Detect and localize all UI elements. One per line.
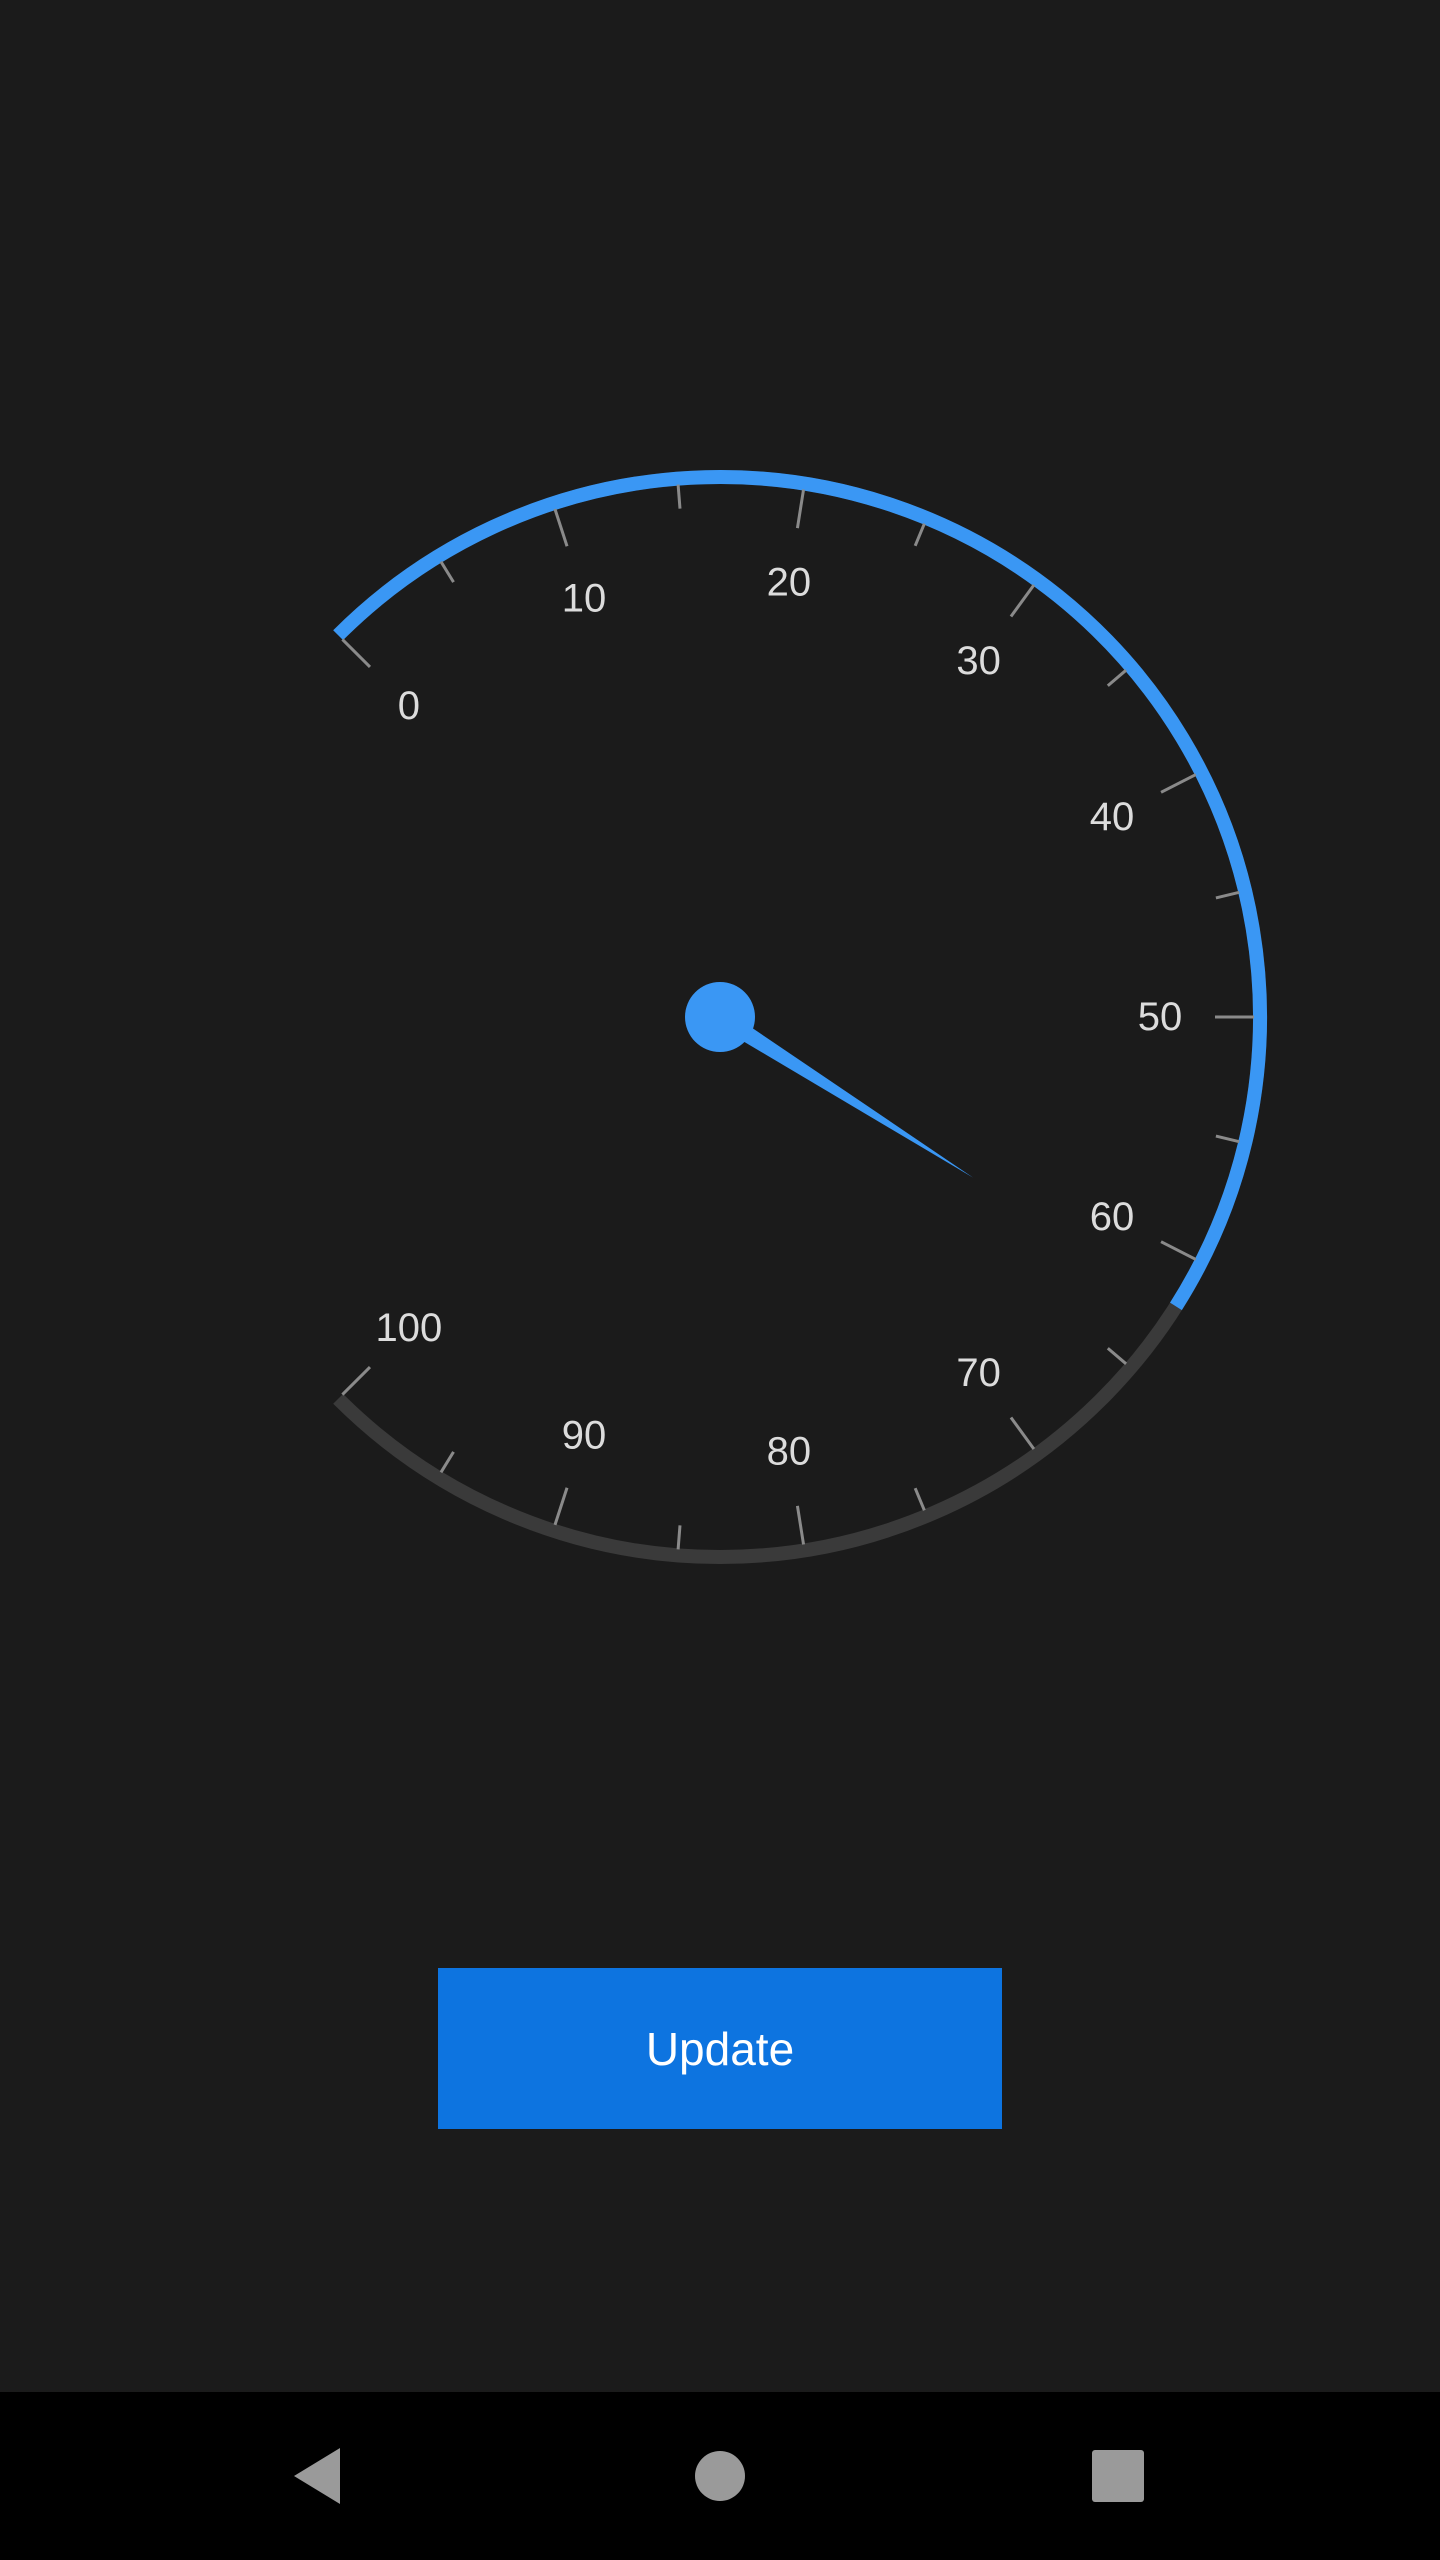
gauge-major-tick xyxy=(795,489,806,529)
gauge-major-tick xyxy=(553,508,569,547)
gauge-minor-tick xyxy=(676,1525,682,1550)
gauge-minor-tick xyxy=(1215,1134,1240,1144)
navigation-bar xyxy=(0,2392,1440,2560)
speedometer-gauge: 0 10 20 30 40 50 60 70 80 90 100 xyxy=(333,469,1268,1564)
gauge-minor-tick xyxy=(1215,890,1240,900)
gauge-minor-tick xyxy=(913,523,926,547)
gauge-tick-label: 30 xyxy=(956,639,1001,683)
gauge-tick-label: 60 xyxy=(1090,1195,1135,1239)
gauge-major-tick xyxy=(1160,1240,1197,1261)
nav-recents-button[interactable] xyxy=(1038,2392,1198,2560)
gauge-tick-label: 0 xyxy=(398,684,420,728)
gauge-major-tick xyxy=(341,1365,372,1396)
update-button[interactable]: Update xyxy=(438,1968,1002,2129)
gauge-major-tick xyxy=(1160,773,1197,794)
gauge-tick-label: 70 xyxy=(956,1351,1001,1395)
gauge-major-tick xyxy=(795,1505,806,1545)
gauge-minor-tick xyxy=(439,560,455,583)
gauge-tick-label: 20 xyxy=(767,560,812,604)
gauge-track xyxy=(333,470,1267,1564)
gauge-tick-label: 90 xyxy=(562,1413,607,1457)
gauge-tick-label: 10 xyxy=(562,577,607,621)
gauge-major-tick xyxy=(553,1487,569,1526)
gauge-minor-tick xyxy=(439,1451,455,1474)
nav-home-button[interactable] xyxy=(640,2392,800,2560)
back-triangle-icon xyxy=(294,2448,340,2504)
gauge-tick-label: 50 xyxy=(1138,995,1183,1039)
gauge-minor-tick xyxy=(676,484,682,509)
gauge-minor-tick xyxy=(1106,669,1128,687)
update-button-label: Update xyxy=(645,2022,795,2075)
nav-back-button[interactable] xyxy=(238,2392,398,2560)
gauge-tick-label: 40 xyxy=(1090,795,1135,839)
gauge-needle-knob xyxy=(685,982,755,1052)
gauge-minor-tick xyxy=(1106,1347,1128,1365)
gauge-tick-label: 100 xyxy=(375,1306,442,1350)
gauge-major-tick xyxy=(341,638,372,669)
gauge-major-tick xyxy=(1009,1416,1036,1450)
home-circle-icon xyxy=(695,2451,745,2501)
recents-square-icon xyxy=(1092,2450,1144,2502)
gauge-needle xyxy=(715,1009,974,1178)
gauge-major-tick xyxy=(1009,584,1036,618)
gauge-tick-label: 80 xyxy=(767,1430,812,1474)
gauge-minor-tick xyxy=(913,1487,926,1511)
